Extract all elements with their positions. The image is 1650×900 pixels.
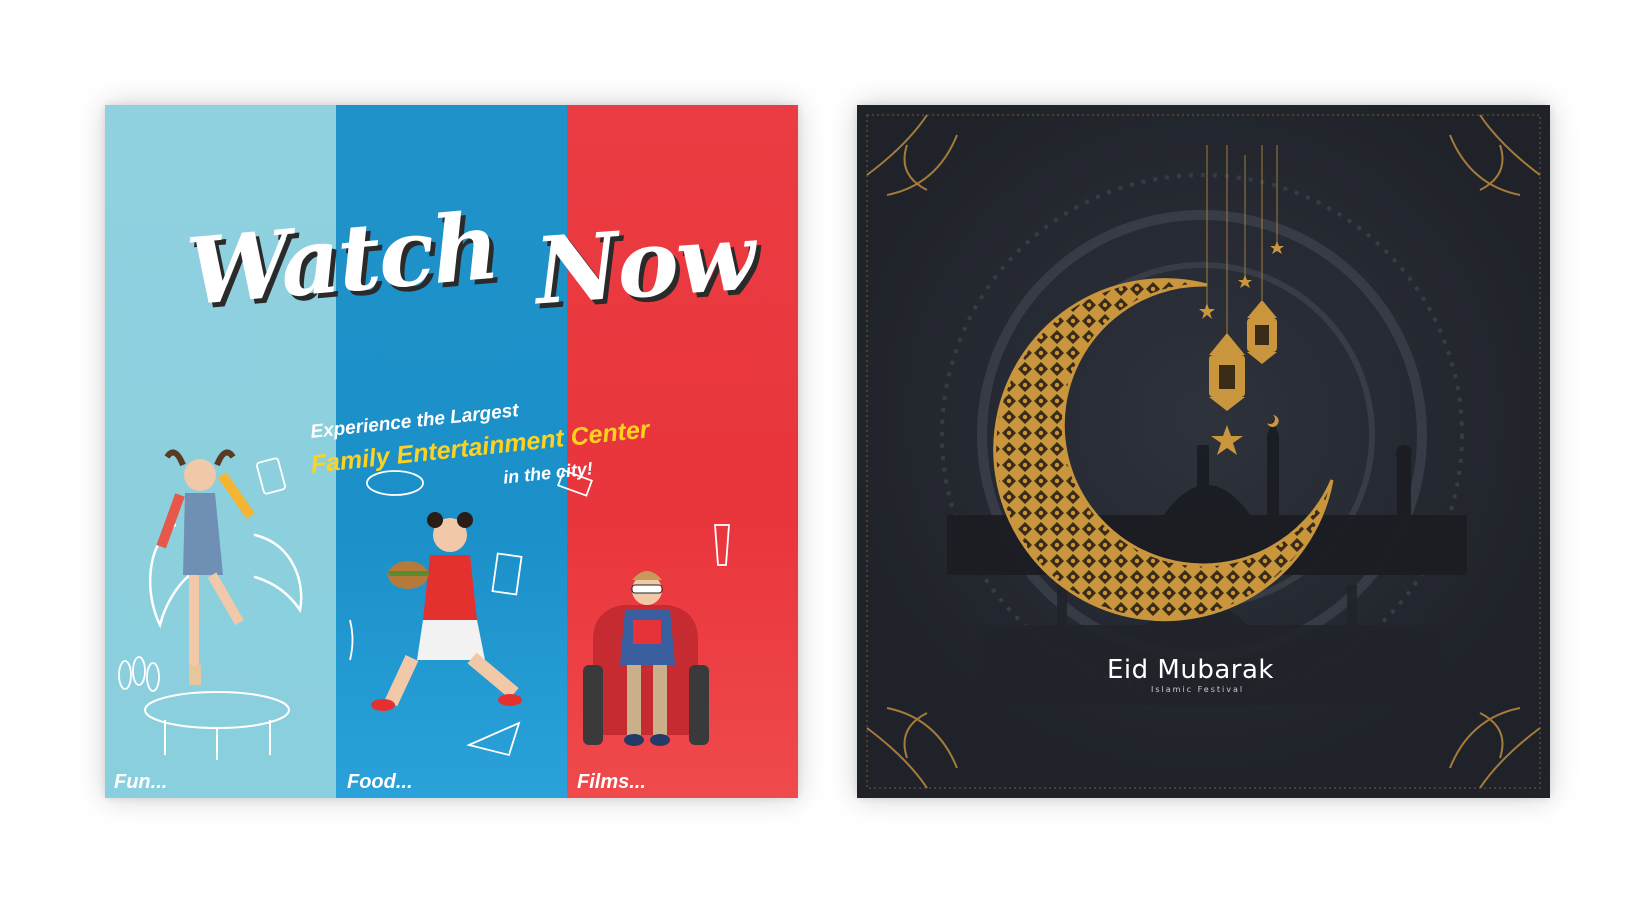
caption-food: Food... xyxy=(347,771,413,793)
jumping-girl-figure xyxy=(156,449,255,685)
arcade-doodle xyxy=(256,457,286,495)
caption-fun: Fun... xyxy=(114,771,168,793)
eid-illustration xyxy=(857,105,1550,798)
title-now: Now xyxy=(531,202,758,326)
islamic-festival-subtitle: Islamic Festival xyxy=(1151,685,1245,694)
trampoline-doodle xyxy=(144,691,290,760)
watch-now-poster: Watch Now Experience the Largest Family … xyxy=(105,105,798,798)
eid-mubarak-poster: Eid Mubarak Islamic Festival xyxy=(857,105,1550,798)
boy-in-cinema-seat-figure xyxy=(583,571,709,746)
eid-mubarak-title: Eid Mubarak xyxy=(1107,655,1274,685)
bowling-pins-doodle xyxy=(118,656,160,692)
film-doodles xyxy=(557,469,730,566)
caption-films: Films... xyxy=(577,771,646,793)
girl-with-burger-figure xyxy=(371,512,522,711)
wings-doodle xyxy=(149,523,303,629)
